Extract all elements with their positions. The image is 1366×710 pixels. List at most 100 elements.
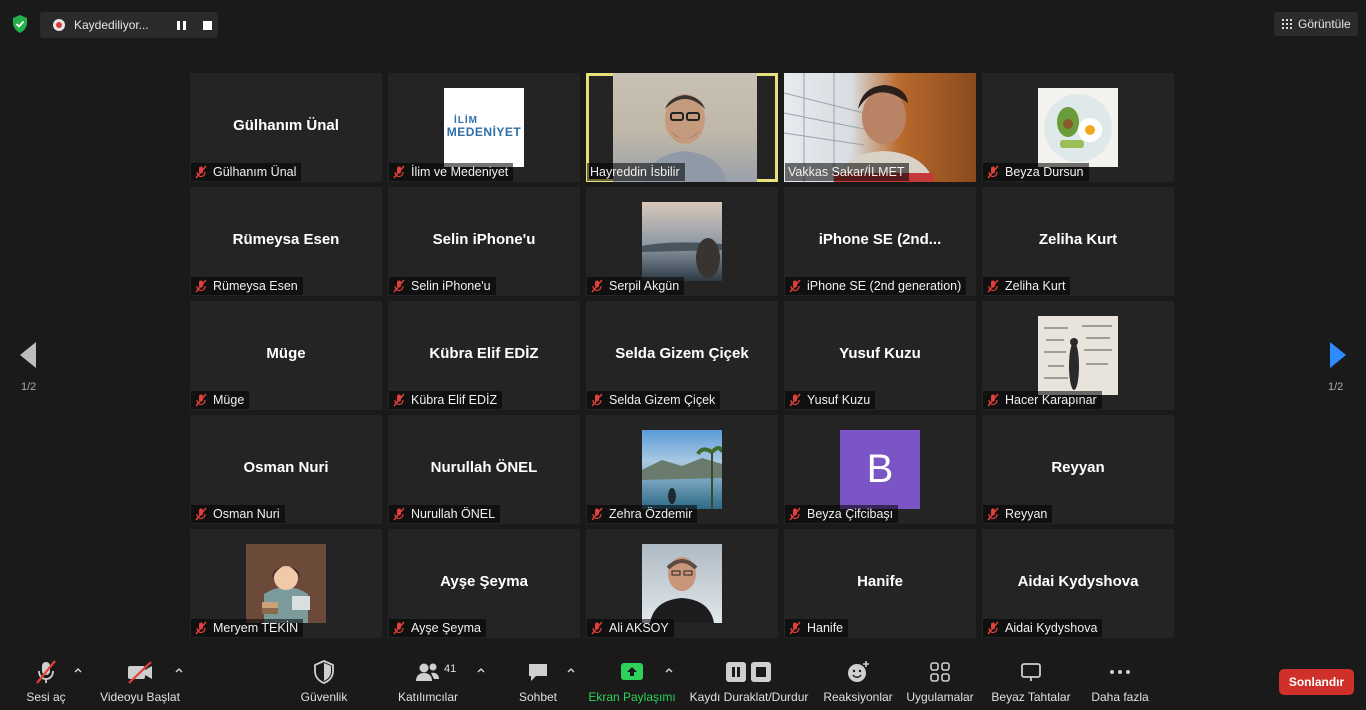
participant-display-name: Selin iPhone'u <box>432 231 536 248</box>
profile-photo <box>246 544 326 623</box>
participant-name-caption: Hacer Karapınar <box>983 391 1102 409</box>
participant-tile[interactable]: Zeliha Kurt Zeliha Kurt <box>982 187 1174 296</box>
reactions-button[interactable]: Reaksiyonlar <box>823 652 893 710</box>
participant-tile[interactable]: Hacer Karapınar <box>982 301 1174 410</box>
pause-stop-icon <box>726 662 771 682</box>
participant-name: Reyyan <box>1005 507 1048 521</box>
participant-display-name: Aidai Kydyshova <box>1017 573 1139 590</box>
participant-name: Aidai Kydyshova <box>1005 621 1098 635</box>
participant-display-name: Ayşe Şeyma <box>440 573 528 590</box>
shield-check-icon[interactable] <box>10 14 30 34</box>
pause-stop-recording-button[interactable]: Kaydı Duraklat/Durdur <box>688 652 810 710</box>
muted-microphone-icon <box>195 279 207 293</box>
security-button[interactable]: Güvenlik <box>298 652 350 710</box>
participant-tile[interactable]: Nurullah ÖNEL Nurullah ÖNEL <box>388 415 580 524</box>
share-options-chevron-up-icon[interactable] <box>665 666 673 674</box>
chat-options-chevron-up-icon[interactable] <box>567 666 575 674</box>
muted-microphone-icon <box>195 165 207 179</box>
participant-tile[interactable]: Ayşe Şeyma Ayşe Şeyma <box>388 529 580 638</box>
participant-tile[interactable]: Gülhanım Ünal Gülhanım Ünal <box>190 73 382 182</box>
participant-tile[interactable]: Kübra Elif EDİZ Kübra Elif EDİZ <box>388 301 580 410</box>
participant-tile[interactable]: iPhone SE (2nd... iPhone SE (2nd generati… <box>784 187 976 296</box>
participant-tile[interactable]: Ali AKSOY <box>586 529 778 638</box>
participant-name: Osman Nuri <box>213 507 280 521</box>
participant-display-name: Nurullah ÖNEL <box>430 459 538 476</box>
profile-photo <box>642 544 722 623</box>
participant-tile[interactable]: Müge Müge <box>190 301 382 410</box>
apps-button[interactable]: Uygulamalar <box>906 652 974 710</box>
pause-icon <box>176 20 186 30</box>
reactions-label: Reaksiyonlar <box>823 690 893 704</box>
more-button[interactable]: Daha fazla <box>1090 652 1150 710</box>
participant-tile[interactable]: Hanife Hanife <box>784 529 976 638</box>
share-screen-arrow-icon <box>621 663 643 680</box>
participant-name-caption: Beyza Dursun <box>983 163 1089 181</box>
participant-name: Selin iPhone'u <box>411 279 491 293</box>
participant-name: Meryem TEKİN <box>213 621 299 635</box>
participant-tile[interactable]: Serpil Akgün <box>586 187 778 296</box>
whiteboards-button[interactable]: Beyaz Tahtalar <box>991 652 1071 710</box>
muted-microphone-icon <box>591 393 603 407</box>
chat-button[interactable]: Sohbet <box>514 652 562 710</box>
muted-microphone-icon <box>591 621 603 635</box>
participant-name-caption: Zeliha Kurt <box>983 277 1071 295</box>
participant-tile[interactable]: Yusuf Kuzu Yusuf Kuzu <box>784 301 976 410</box>
participants-options-chevron-up-icon[interactable] <box>477 666 485 674</box>
profile-photo <box>1038 88 1118 167</box>
participant-tile[interactable]: Osman Nuri Osman Nuri <box>190 415 382 524</box>
participant-tile[interactable]: Selda Gizem Çiçek Selda Gizem Çiçek <box>586 301 778 410</box>
end-meeting-button[interactable]: Sonlandır <box>1279 669 1354 695</box>
participant-tile[interactable]: Meryem TEKİN <box>190 529 382 638</box>
participant-tile[interactable]: İLİM MEDENİYET İlim ve Medeniyet <box>388 73 580 182</box>
participant-name: Ali AKSOY <box>609 621 669 635</box>
participant-display-name: Gülhanım Ünal <box>233 117 339 134</box>
participant-tile[interactable]: Reyyan Reyyan <box>982 415 1174 524</box>
more-label: Daha fazla <box>1091 690 1149 704</box>
share-screen-button[interactable]: Ekran Paylaşımı <box>588 652 676 710</box>
participants-button[interactable]: Katılımcılar <box>396 652 460 710</box>
grid-view-icon <box>1282 19 1292 29</box>
participant-name: Hacer Karapınar <box>1005 393 1097 407</box>
profile-logo: İLİM MEDENİYET <box>444 88 524 167</box>
participant-display-name: Osman Nuri <box>243 459 329 476</box>
participant-name: Yusuf Kuzu <box>807 393 871 407</box>
participant-tile[interactable]: B Beyza Çifcibaşı <box>784 415 976 524</box>
participant-tile[interactable]: Vakkas Sakar/İLMET <box>784 73 976 182</box>
participant-name: Selda Gizem Çiçek <box>609 393 716 407</box>
pause-recording-button[interactable] <box>174 18 188 32</box>
muted-microphone-icon <box>987 279 999 293</box>
participant-name-caption: Kübra Elif EDİZ <box>389 391 503 409</box>
participant-name-caption: Zehra Özdemir <box>587 505 698 523</box>
recording-indicator: Kaydediliyor... <box>40 12 218 38</box>
stop-recording-button[interactable] <box>200 18 214 32</box>
participant-display-name: Hanife <box>857 573 903 590</box>
unmute-button[interactable]: Sesi aç <box>22 652 70 710</box>
participant-display-name: Kübra Elif EDİZ <box>429 345 539 362</box>
participant-tile[interactable]: Selin iPhone'u Selin iPhone'u <box>388 187 580 296</box>
participant-name-caption: Reyyan <box>983 505 1053 523</box>
start-video-button[interactable]: Videoyu Başlat <box>100 652 180 710</box>
view-button[interactable]: Görüntüle <box>1274 12 1358 36</box>
page-indicator-right: 1/2 <box>1328 381 1344 393</box>
participant-tile[interactable]: Zehra Özdemir <box>586 415 778 524</box>
participants-count: 41 <box>444 663 457 675</box>
participant-display-name: Zeliha Kurt <box>1038 231 1118 248</box>
participant-name-caption: Hayreddin İsbilir <box>587 163 685 181</box>
participant-tile[interactable]: Hayreddin İsbilir <box>586 73 778 182</box>
muted-microphone-icon <box>789 279 801 293</box>
participant-name-caption: Ali AKSOY <box>587 619 674 637</box>
participant-name-caption: Selda Gizem Çiçek <box>587 391 721 409</box>
participant-tile[interactable]: Rümeysa Esen Rümeysa Esen <box>190 187 382 296</box>
participant-tile[interactable]: Aidai Kydyshova Aidai Kydyshova <box>982 529 1174 638</box>
whiteboards-label: Beyaz Tahtalar <box>991 690 1071 704</box>
video-options-chevron-up-icon[interactable] <box>175 666 183 674</box>
muted-microphone-icon <box>36 660 56 684</box>
participant-name-caption: iPhone SE (2nd generation) <box>785 277 967 295</box>
participant-tile[interactable]: Beyza Dursun <box>982 73 1174 182</box>
participant-display-name: Yusuf Kuzu <box>839 345 921 362</box>
audio-options-chevron-up-icon[interactable] <box>74 666 82 674</box>
video-off-icon <box>128 661 152 684</box>
participant-display-name: Rümeysa Esen <box>232 231 340 248</box>
muted-microphone-icon <box>987 393 999 407</box>
logo-text-bottom: MEDENİYET <box>446 125 522 140</box>
